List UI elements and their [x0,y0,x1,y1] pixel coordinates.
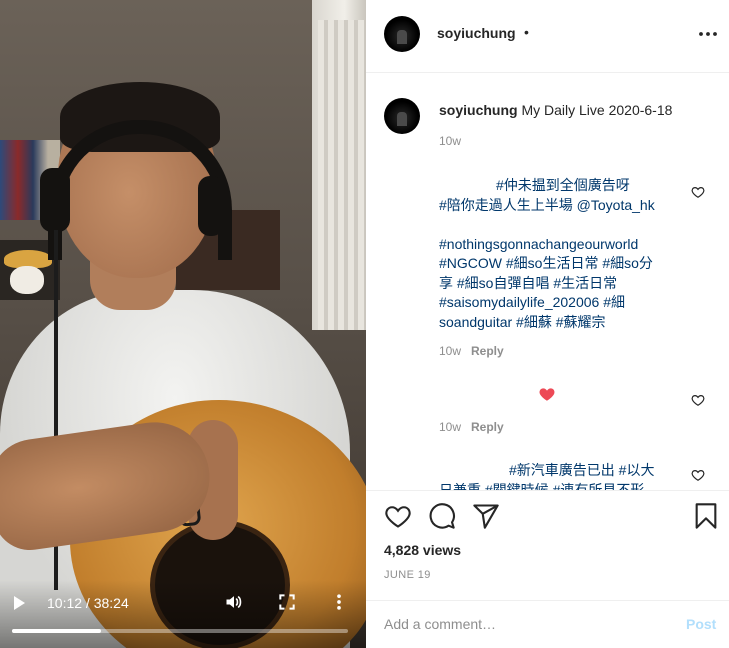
bookmark-icon[interactable] [692,502,720,530]
add-comment-input[interactable] [384,612,664,636]
post-date: JUNE 19 [384,569,431,581]
header-username[interactable]: soyiuchung [437,25,516,41]
play-icon[interactable] [12,593,30,613]
avatar[interactable] [384,16,420,52]
fullscreen-icon[interactable] [277,592,297,612]
reply-button[interactable]: Reply [471,344,504,358]
hashtag[interactable]: #nothingsgonnachangeourworld [439,236,638,252]
volume-icon[interactable] [224,592,244,612]
caption: soyiuchung My Daily Live 2020-6-18 [439,101,672,119]
hashtag[interactable]: #NGCOW #細so生活日常 #細so分 [439,255,653,271]
hashtag[interactable]: 日兼重 #關鍵時候 #連有所見不形 [439,482,644,491]
hashtag[interactable]: #saisomydailylife_202006 #細 [439,294,625,310]
caption-avatar[interactable] [384,98,420,134]
comment-like-icon[interactable] [691,185,705,199]
video-controls-overlay [0,580,366,648]
hashtag[interactable]: 享 #細so自彈自唱 #生活日常 [439,275,617,291]
post-button[interactable]: Post [686,616,716,632]
comment-3-clip: #新汽車廣告已出 #以大 日兼重 #關鍵時候 #連有所見不形 [366,455,729,490]
video-time: 10:12 / 38:24 [47,595,129,611]
like-icon[interactable] [384,502,412,530]
video-progress-bar[interactable] [12,629,348,633]
comment-icon[interactable] [428,502,456,530]
video-frame [0,0,366,648]
caption-text: My Daily Live 2020-6-18 [521,102,673,118]
hashtag[interactable]: #陪你走過人生上半場 @Toyota_hk [439,197,655,213]
comment-like-icon[interactable] [691,468,705,482]
add-comment-divider [366,600,729,601]
hashtag[interactable]: soandguitar #細蘇 #蘇耀宗 [439,314,606,330]
actions-divider [366,490,729,491]
video-progress-fill [12,629,102,633]
comment-2-meta: 10w Reply [439,420,504,434]
hashtag[interactable]: #仲未揾到全個廣告呀 [496,177,630,193]
post-header: soyiuchung • [366,0,729,73]
comment-1-text: #仲未揾到全個廣告呀 #陪你走過人生上半場 @Toyota_hk #nothin… [439,176,689,332]
comment-like-icon[interactable] [691,393,705,407]
video-player[interactable] [0,0,366,648]
more-horizontal-icon[interactable] [696,22,720,46]
header-separator-dot: • [524,24,529,40]
view-count[interactable]: 4,828 views [384,542,461,558]
caption-username[interactable]: soyiuchung [439,102,518,118]
share-icon[interactable] [472,502,500,530]
comment-1-meta: 10w Reply [439,344,504,358]
red-heart-emoji [538,385,556,403]
reply-button[interactable]: Reply [471,420,504,434]
comment-3-text: #新汽車廣告已出 #以大 日兼重 #關鍵時候 #連有所見不形 [439,461,689,490]
caption-age: 10w [439,134,462,148]
post-panel: soyiuchung • soyiuchung My Daily Live 20… [366,0,729,648]
hashtag[interactable]: #新汽車廣告已出 #以大 [509,462,654,478]
more-vertical-icon[interactable] [329,592,349,612]
